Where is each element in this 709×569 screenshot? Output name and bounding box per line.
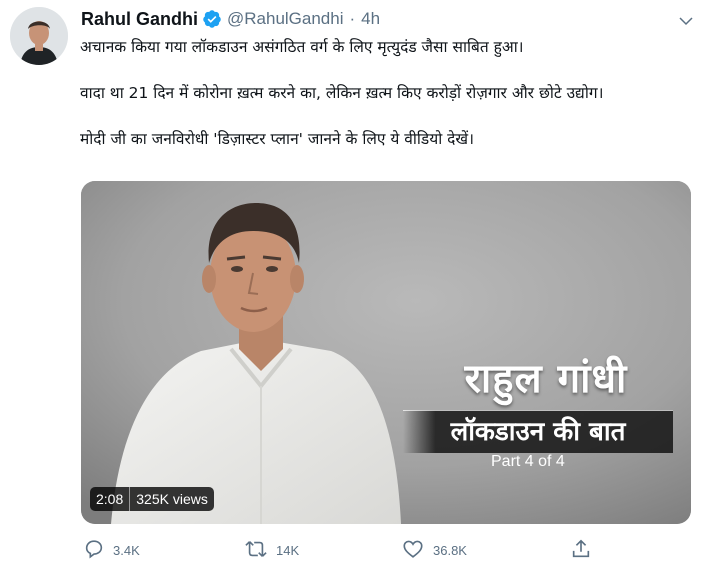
retweet-button[interactable]: 14K [244,538,299,562]
tweet-text: अचानक किया गया लॉकडाउन असंगठित वर्ग के ल… [80,36,695,174]
tweet-header: Rahul Gandhi @RahulGandhi · 4h [81,8,380,30]
share-icon [570,538,592,563]
separator-dot: · [349,9,356,28]
reply-button[interactable]: 3.4K [83,538,140,562]
avatar[interactable] [10,7,68,65]
video-info-pill: 2:08 325K views [90,487,214,511]
video-duration: 2:08 [96,491,124,507]
share-button[interactable] [570,538,592,562]
reply-icon [83,538,105,563]
tweet-paragraph: अचानक किया गया लॉकडाउन असंगठित वर्ग के ल… [80,38,524,56]
action-bar: 3.4K 14K 36.8K [0,538,709,562]
tweet-paragraph: वादा था 21 दिन में कोरोना ख़त्म करने का,… [80,84,604,102]
video-title-overlay: राहुल गांधी [464,356,628,402]
retweet-count: 14K [276,542,300,558]
author-handle[interactable]: @RahulGandhi [227,9,344,29]
video-subtitle-overlay: लॉकडाउन की बात [403,410,673,453]
video-part-label: Part 4 of 4 [491,453,565,470]
tweet-timestamp[interactable]: 4h [361,9,380,29]
author-name[interactable]: Rahul Gandhi [81,9,198,30]
avatar-image [10,7,68,65]
tweet-paragraph: मोदी जी का जनविरोधी 'डिज़ास्टर प्लान' जा… [80,130,474,148]
verified-badge-icon [202,9,222,29]
video-player[interactable]: राहुल गांधी लॉकडाउन की बात Part 4 of 4 2… [81,181,691,524]
like-button[interactable]: 36.8K [401,538,467,562]
like-count: 36.8K [433,542,467,558]
like-icon [401,538,425,563]
retweet-icon [244,538,268,563]
reply-count: 3.4K [113,542,140,558]
video-views: 325K views [136,491,208,507]
pill-divider [129,487,131,511]
chevron-down-icon[interactable] [677,12,695,34]
